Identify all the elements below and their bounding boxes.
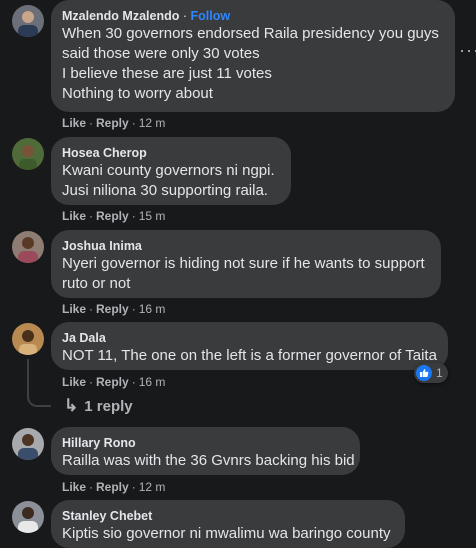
comment-author[interactable]: Joshua Inima: [62, 238, 429, 254]
comment-author[interactable]: Mzalendo Mzalendo: [62, 9, 179, 23]
comment-text-line: When 30 governors endorsed Raila preside…: [62, 25, 439, 42]
follow-button[interactable]: Follow: [191, 9, 231, 23]
comment-bubble: Hosea Cherop Kwani county governors ni n…: [51, 137, 291, 205]
separator-dot: ·: [182, 9, 188, 23]
timestamp[interactable]: 15 m: [139, 209, 166, 223]
comment-author[interactable]: Stanley Chebet: [62, 508, 393, 524]
timestamp[interactable]: 16 m: [139, 302, 166, 316]
timestamp[interactable]: 12 m: [139, 116, 166, 130]
avatar[interactable]: [12, 428, 44, 460]
comment-text-line: I believe these are just 11 votes: [62, 65, 272, 82]
comment-text-line: Nyeri governor is hiding not sure if he …: [62, 255, 425, 272]
thumbs-up-icon: [416, 365, 432, 381]
reply-button[interactable]: Reply: [96, 375, 129, 389]
comment-actions: Like · Reply · 16 m: [62, 302, 166, 316]
comment-author[interactable]: Ja Dala: [62, 330, 436, 346]
comment-text-line: ruto or not: [62, 275, 131, 292]
reply-button[interactable]: Reply: [96, 302, 129, 316]
comment-text-line: said those were only 30 votes: [62, 45, 260, 62]
comment-text-line: Jusi niliona 30 supporting raila.: [62, 182, 268, 199]
reply-arrow-icon: ↳: [64, 396, 79, 415]
comment-bubble: Joshua Inima Nyeri governor is hiding no…: [51, 230, 441, 298]
reply-button[interactable]: Reply: [96, 209, 129, 223]
view-replies-link[interactable]: ↳ 1 reply: [64, 396, 133, 416]
like-button[interactable]: Like: [62, 375, 86, 389]
comment-text-line: Kwani county governors ni ngpi.: [62, 162, 275, 179]
comment-bubble: Mzalendo Mzalendo · Follow When 30 gover…: [51, 0, 455, 112]
thread-connector: [27, 359, 51, 407]
like-button[interactable]: Like: [62, 116, 86, 130]
comment-bubble: Ja Dala NOT 11, The one on the left is a…: [51, 322, 448, 370]
like-button[interactable]: Like: [62, 209, 86, 223]
comment-actions: Like · Reply · 15 m: [62, 209, 166, 223]
timestamp[interactable]: 16 m: [139, 375, 166, 389]
comment-author[interactable]: Hosea Cherop: [62, 145, 279, 161]
avatar[interactable]: [12, 231, 44, 263]
avatar[interactable]: [12, 501, 44, 533]
comment-text-line: Kiptis sio governor ni mwalimu wa baring…: [62, 525, 391, 542]
comment-bubble: Hillary Rono Railla was with the 36 Gvnr…: [51, 427, 360, 475]
comment-actions: Like · Reply · 12 m: [62, 480, 166, 494]
comment-text-line: Nothing to worry about: [62, 85, 213, 102]
comment-author[interactable]: Hillary Rono: [62, 435, 348, 451]
comment-text-line: Railla was with the 36 Gvnrs backing his…: [62, 452, 355, 469]
comment-actions: Like · Reply · 12 m: [62, 116, 166, 130]
comment-actions: Like · Reply · 16 m: [62, 375, 166, 389]
reply-button[interactable]: Reply: [96, 480, 129, 494]
avatar[interactable]: [12, 323, 44, 355]
more-options-icon[interactable]: ···: [459, 40, 476, 61]
like-button[interactable]: Like: [62, 302, 86, 316]
timestamp[interactable]: 12 m: [139, 480, 166, 494]
avatar[interactable]: [12, 138, 44, 170]
comment-bubble: Stanley Chebet Kiptis sio governor ni mw…: [51, 500, 405, 548]
reaction-count[interactable]: 1: [414, 363, 448, 383]
like-button[interactable]: Like: [62, 480, 86, 494]
avatar[interactable]: [12, 5, 44, 37]
reply-button[interactable]: Reply: [96, 116, 129, 130]
comment-text-line: NOT 11, The one on the left is a former …: [62, 347, 437, 364]
